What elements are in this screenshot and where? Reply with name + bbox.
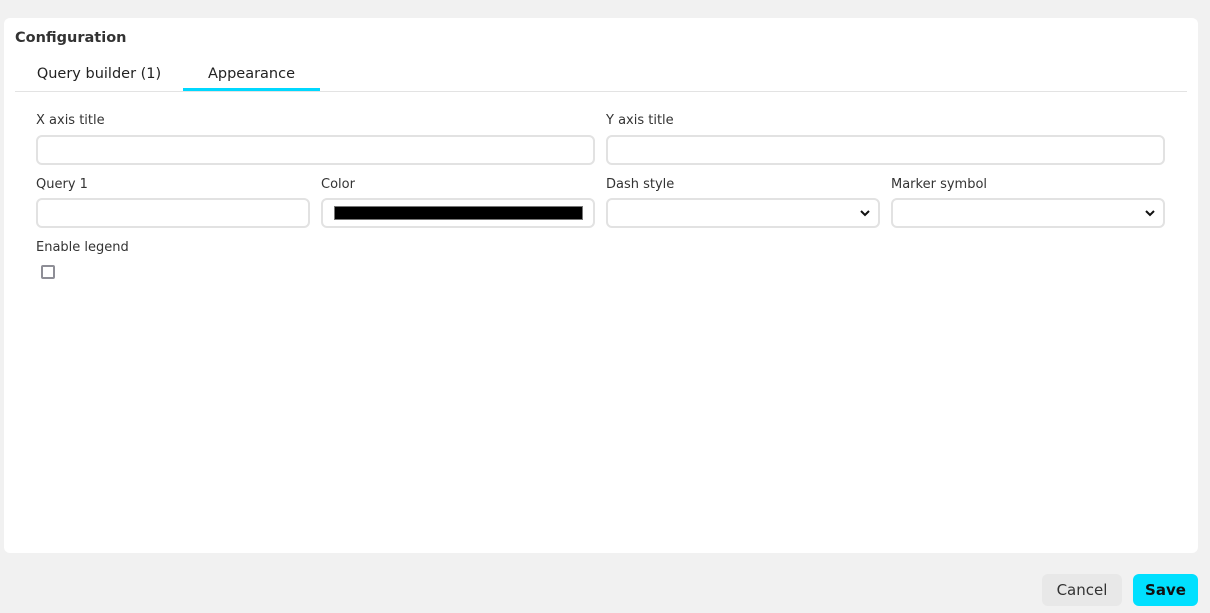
panel-title: Configuration: [15, 30, 127, 46]
dash-style-select[interactable]: [606, 198, 880, 228]
y-axis-title-input[interactable]: [606, 135, 1165, 165]
query1-label: Query 1: [36, 177, 88, 192]
save-button[interactable]: Save: [1133, 574, 1198, 606]
chevron-down-icon: [860, 210, 870, 217]
color-label: Color: [321, 177, 355, 192]
y-axis-title-label: Y axis title: [606, 113, 674, 128]
configuration-panel: Configuration Query builder (1) Appearan…: [4, 18, 1198, 553]
chevron-down-icon: [1145, 210, 1155, 217]
cancel-button[interactable]: Cancel: [1042, 574, 1122, 606]
dash-style-label: Dash style: [606, 177, 675, 192]
x-axis-title-input[interactable]: [36, 135, 595, 165]
query1-input[interactable]: [36, 198, 310, 228]
color-swatch: [334, 206, 583, 220]
enable-legend-checkbox[interactable]: [41, 265, 55, 279]
tab-bar: Query builder (1) Appearance: [15, 62, 1187, 92]
marker-symbol-label: Marker symbol: [891, 177, 988, 192]
color-picker[interactable]: [321, 198, 595, 228]
marker-symbol-select[interactable]: [891, 198, 1165, 228]
tab-appearance[interactable]: Appearance: [183, 62, 320, 91]
enable-legend-label: Enable legend: [36, 240, 129, 255]
tab-query-builder[interactable]: Query builder (1): [15, 62, 183, 91]
x-axis-title-label: X axis title: [36, 113, 105, 128]
